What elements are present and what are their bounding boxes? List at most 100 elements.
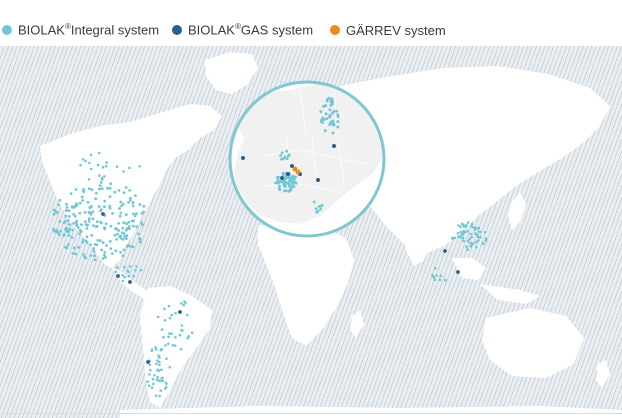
marker-integral — [472, 242, 475, 245]
marker-integral — [89, 204, 93, 208]
marker-integral — [279, 154, 282, 157]
marker-integral — [75, 224, 78, 227]
marker-integral — [111, 212, 114, 215]
marker-integral — [138, 237, 142, 240]
marker-integral — [335, 109, 339, 113]
marker-integral — [115, 237, 118, 241]
marker-integral — [312, 200, 316, 204]
marker-integral — [96, 239, 100, 242]
marker-integral — [468, 237, 471, 241]
marker-integral — [92, 224, 95, 228]
marker-integral — [173, 344, 177, 347]
marker-integral — [148, 363, 152, 367]
marker-integral — [466, 248, 469, 252]
marker-integral — [58, 220, 62, 223]
marker-integral — [325, 117, 329, 121]
marker-integral — [182, 303, 186, 307]
marker-integral — [65, 206, 69, 209]
marker-integral — [71, 252, 75, 255]
marker-integral — [121, 273, 124, 277]
marker-integral — [105, 244, 108, 247]
marker-integral — [80, 195, 84, 199]
marker-integral — [462, 239, 466, 243]
marker-integral — [84, 159, 87, 163]
marker-integral — [138, 203, 142, 206]
marker-integral — [88, 161, 91, 165]
legend-item-biolak-integral[interactable]: BIOLAK®Integral system — [2, 20, 159, 40]
marker-integral — [89, 153, 93, 157]
marker-integral — [109, 182, 113, 186]
marker-integral — [97, 205, 101, 208]
marker-integral — [121, 226, 125, 230]
legend-label-garrev: GÄRREV system — [346, 22, 446, 38]
marker-integral — [74, 188, 78, 191]
marker-integral — [336, 125, 340, 129]
marker-integral — [100, 187, 104, 191]
marker-integral — [127, 201, 130, 204]
map-legend: BIOLAK®Integral system BIOLAK®GAS system… — [0, 20, 622, 40]
marker-integral — [64, 214, 68, 218]
marker-integral — [180, 302, 183, 305]
marker-integral — [108, 187, 112, 190]
marker-gas — [101, 212, 105, 216]
marker-integral — [86, 200, 90, 204]
marker-integral — [125, 227, 129, 230]
marker-integral — [320, 203, 324, 207]
marker-integral — [174, 336, 177, 339]
bottom-divider — [0, 413, 622, 414]
marker-integral — [332, 110, 336, 113]
marker-integral — [92, 247, 96, 250]
marker-integral — [77, 245, 80, 249]
marker-integral — [122, 170, 125, 173]
marker-integral — [274, 181, 278, 185]
marker-integral — [96, 163, 100, 167]
legend-item-biolak-gas[interactable]: BIOLAK®GAS system — [172, 20, 313, 40]
marker-integral — [288, 183, 291, 187]
marker-integral — [135, 225, 139, 229]
marker-integral — [89, 254, 93, 257]
marker-integral — [479, 236, 482, 239]
marker-integral — [283, 182, 287, 186]
marker-integral — [81, 189, 85, 192]
marker-integral — [117, 189, 121, 192]
marker-integral — [280, 157, 283, 161]
marker-integral — [277, 187, 281, 191]
marker-gas — [332, 144, 336, 148]
marker-integral — [116, 232, 120, 236]
legend-item-garrev[interactable]: GÄRREV system — [330, 20, 446, 40]
marker-integral — [66, 243, 70, 247]
marker-integral — [139, 268, 143, 272]
marker-integral — [134, 194, 137, 198]
marker-integral — [465, 245, 468, 248]
marker-integral — [470, 235, 473, 239]
marker-integral — [117, 229, 121, 232]
marker-integral — [81, 238, 85, 242]
marker-integral — [78, 211, 82, 215]
marker-integral — [93, 243, 97, 246]
marker-integral — [65, 246, 69, 250]
marker-integral — [62, 234, 66, 237]
marker-integral — [320, 120, 324, 124]
marker-integral — [74, 221, 78, 225]
marker-integral — [113, 190, 117, 194]
marker-integral — [134, 269, 137, 272]
legend-dot-biolak-gas — [172, 25, 182, 35]
marker-integral — [118, 207, 121, 210]
marker-integral — [100, 208, 103, 211]
marker-integral — [78, 201, 82, 205]
marker-integral — [168, 366, 172, 369]
marker-integral — [84, 239, 88, 243]
marker-integral — [470, 224, 473, 228]
legend-label-biolak-integral: BIOLAK®Integral system — [18, 22, 160, 38]
marker-integral — [83, 211, 87, 214]
marker-integral — [474, 245, 478, 249]
legend-dot-garrev — [330, 25, 340, 35]
marker-integral — [119, 250, 122, 254]
marker-integral — [127, 225, 131, 228]
marker-integral — [314, 207, 318, 211]
marker-integral — [324, 104, 328, 107]
marker-integral — [122, 232, 126, 236]
marker-integral — [159, 349, 163, 352]
marker-integral — [82, 253, 85, 256]
marker-integral — [152, 382, 155, 386]
